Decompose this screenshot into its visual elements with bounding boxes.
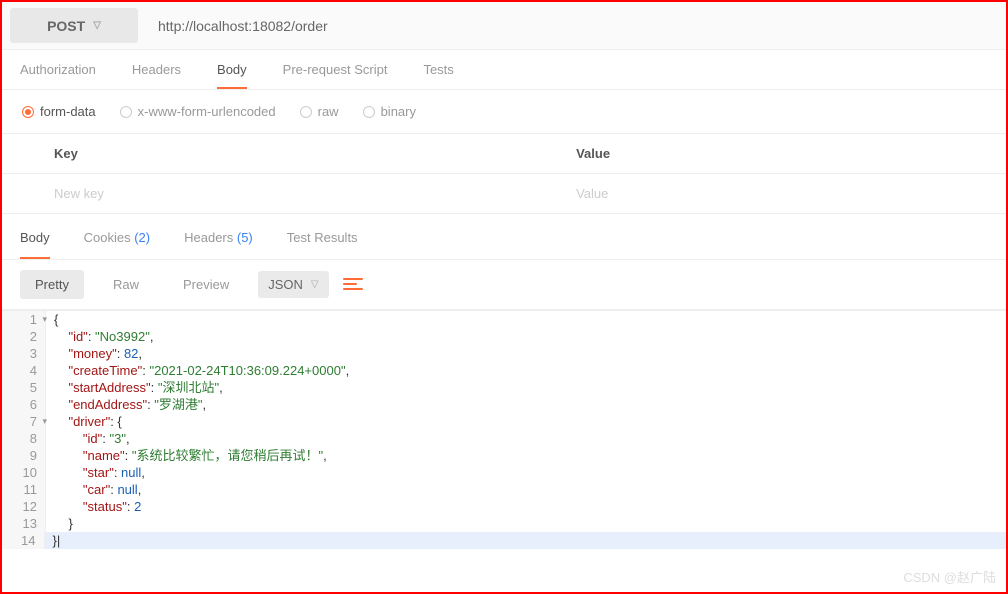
kv-value-input[interactable]: Value — [562, 174, 1006, 213]
fold-icon[interactable]: ▾ — [42, 413, 47, 430]
radio-icon — [22, 106, 34, 118]
fold-icon[interactable]: ▾ — [42, 311, 47, 328]
radio-binary[interactable]: binary — [363, 104, 416, 119]
line-number: 11 — [2, 481, 46, 498]
code-line: 10 "star": null, — [2, 464, 1006, 481]
line-number: 13 — [2, 515, 46, 532]
radio-form-data[interactable]: form-data — [22, 104, 96, 119]
http-method-label: POST — [47, 18, 85, 34]
tab-body[interactable]: Body — [217, 62, 247, 89]
body-type-radios: form-data x-www-form-urlencoded raw binary — [2, 90, 1006, 133]
line-number: 9 — [2, 447, 46, 464]
preview-button[interactable]: Preview — [168, 270, 244, 299]
line-number: 2 — [2, 328, 46, 345]
line-number: 6 — [2, 396, 46, 413]
response-type-selector[interactable]: JSON ▽ — [258, 271, 328, 298]
kv-header-row: Key Value — [2, 133, 1006, 173]
radio-label: raw — [318, 104, 339, 119]
kv-key-header: Key — [40, 134, 562, 173]
code-line: 4 "createTime": "2021-02-24T10:36:09.224… — [2, 362, 1006, 379]
tab-count: (5) — [237, 230, 253, 245]
response-tab-test-results[interactable]: Test Results — [287, 230, 358, 259]
radio-label: x-www-form-urlencoded — [138, 104, 276, 119]
response-tabs: Body Cookies (2) Headers (5) Test Results — [2, 216, 1006, 260]
line-number: 10 — [2, 464, 46, 481]
radio-label: form-data — [40, 104, 96, 119]
watermark: CSDN @赵广陆 — [903, 567, 996, 586]
radio-icon — [363, 106, 375, 118]
radio-icon — [300, 106, 312, 118]
code-content: { — [46, 311, 58, 328]
tab-count: (2) — [134, 230, 150, 245]
code-line: 8 "id": "3", — [2, 430, 1006, 447]
response-body[interactable]: 1▾{2 "id": "No3992",3 "money": 82,4 "cre… — [2, 310, 1006, 549]
code-line: 2 "id": "No3992", — [2, 328, 1006, 345]
code-line: 12 "status": 2 — [2, 498, 1006, 515]
code-content: "money": 82, — [46, 345, 142, 362]
chevron-down-icon: ▽ — [311, 279, 319, 290]
response-tab-headers[interactable]: Headers (5) — [184, 230, 253, 259]
tab-pre-request-script[interactable]: Pre-request Script — [283, 62, 388, 89]
code-content: "star": null, — [46, 464, 145, 481]
kv-value-header: Value — [562, 134, 1006, 173]
line-number: 8 — [2, 430, 46, 447]
code-line: 6 "endAddress": "罗湖港", — [2, 396, 1006, 413]
code-content: "id": "No3992", — [46, 328, 153, 345]
tab-headers[interactable]: Headers — [132, 62, 181, 89]
url-input[interactable]: http://localhost:18082/order — [146, 2, 1006, 49]
code-content: "car": null, — [46, 481, 141, 498]
request-tabs: Authorization Headers Body Pre-request Scri… — [2, 50, 1006, 90]
code-line: 1▾{ — [2, 311, 1006, 328]
code-content: "startAddress": "深圳北站", — [46, 379, 223, 396]
radio-raw[interactable]: raw — [300, 104, 339, 119]
http-method-selector[interactable]: POST ▽ — [10, 8, 138, 43]
radio-x-www-form-urlencoded[interactable]: x-www-form-urlencoded — [120, 104, 276, 119]
code-content: "createTime": "2021-02-24T10:36:09.224+0… — [46, 362, 349, 379]
radio-icon — [120, 106, 132, 118]
kv-input-row: New key Value — [2, 173, 1006, 214]
chevron-down-icon: ▽ — [93, 20, 101, 31]
line-number: 4 — [2, 362, 46, 379]
raw-button[interactable]: Raw — [98, 270, 154, 299]
line-number: 1▾ — [2, 311, 46, 328]
code-content: } — [46, 515, 73, 532]
code-line: 5 "startAddress": "深圳北站", — [2, 379, 1006, 396]
code-line: 13 } — [2, 515, 1006, 532]
tab-authorization[interactable]: Authorization — [20, 62, 96, 89]
code-content: "status": 2 — [46, 498, 141, 515]
request-bar: POST ▽ http://localhost:18082/order — [2, 2, 1006, 50]
line-number: 7▾ — [2, 413, 46, 430]
code-content: "name": "系统比较繁忙，请您稍后再试！", — [46, 447, 327, 464]
line-number: 12 — [2, 498, 46, 515]
response-tab-body[interactable]: Body — [20, 230, 50, 259]
line-number: 3 — [2, 345, 46, 362]
code-content: "id": "3", — [46, 430, 130, 447]
url-text: http://localhost:18082/order — [158, 18, 328, 34]
tab-tests[interactable]: Tests — [423, 62, 453, 89]
code-line: 9 "name": "系统比较繁忙，请您稍后再试！", — [2, 447, 1006, 464]
wrap-lines-icon[interactable] — [343, 278, 363, 292]
line-number: 14 — [2, 532, 45, 549]
postman-window: POST ▽ http://localhost:18082/order Auth… — [0, 0, 1008, 594]
response-type-label: JSON — [268, 277, 303, 292]
code-line: 3 "money": 82, — [2, 345, 1006, 362]
code-line: 11 "car": null, — [2, 481, 1006, 498]
code-content: }| — [45, 532, 1007, 549]
view-bar: Pretty Raw Preview JSON ▽ — [2, 260, 1006, 310]
kv-key-input[interactable]: New key — [40, 174, 562, 213]
code-content: "driver": { — [46, 413, 122, 430]
radio-label: binary — [381, 104, 416, 119]
response-tab-cookies[interactable]: Cookies (2) — [84, 230, 150, 259]
line-number: 5 — [2, 379, 46, 396]
code-line: 14}| — [2, 532, 1006, 549]
code-line: 7▾ "driver": { — [2, 413, 1006, 430]
pretty-button[interactable]: Pretty — [20, 270, 84, 299]
code-content: "endAddress": "罗湖港", — [46, 396, 206, 413]
